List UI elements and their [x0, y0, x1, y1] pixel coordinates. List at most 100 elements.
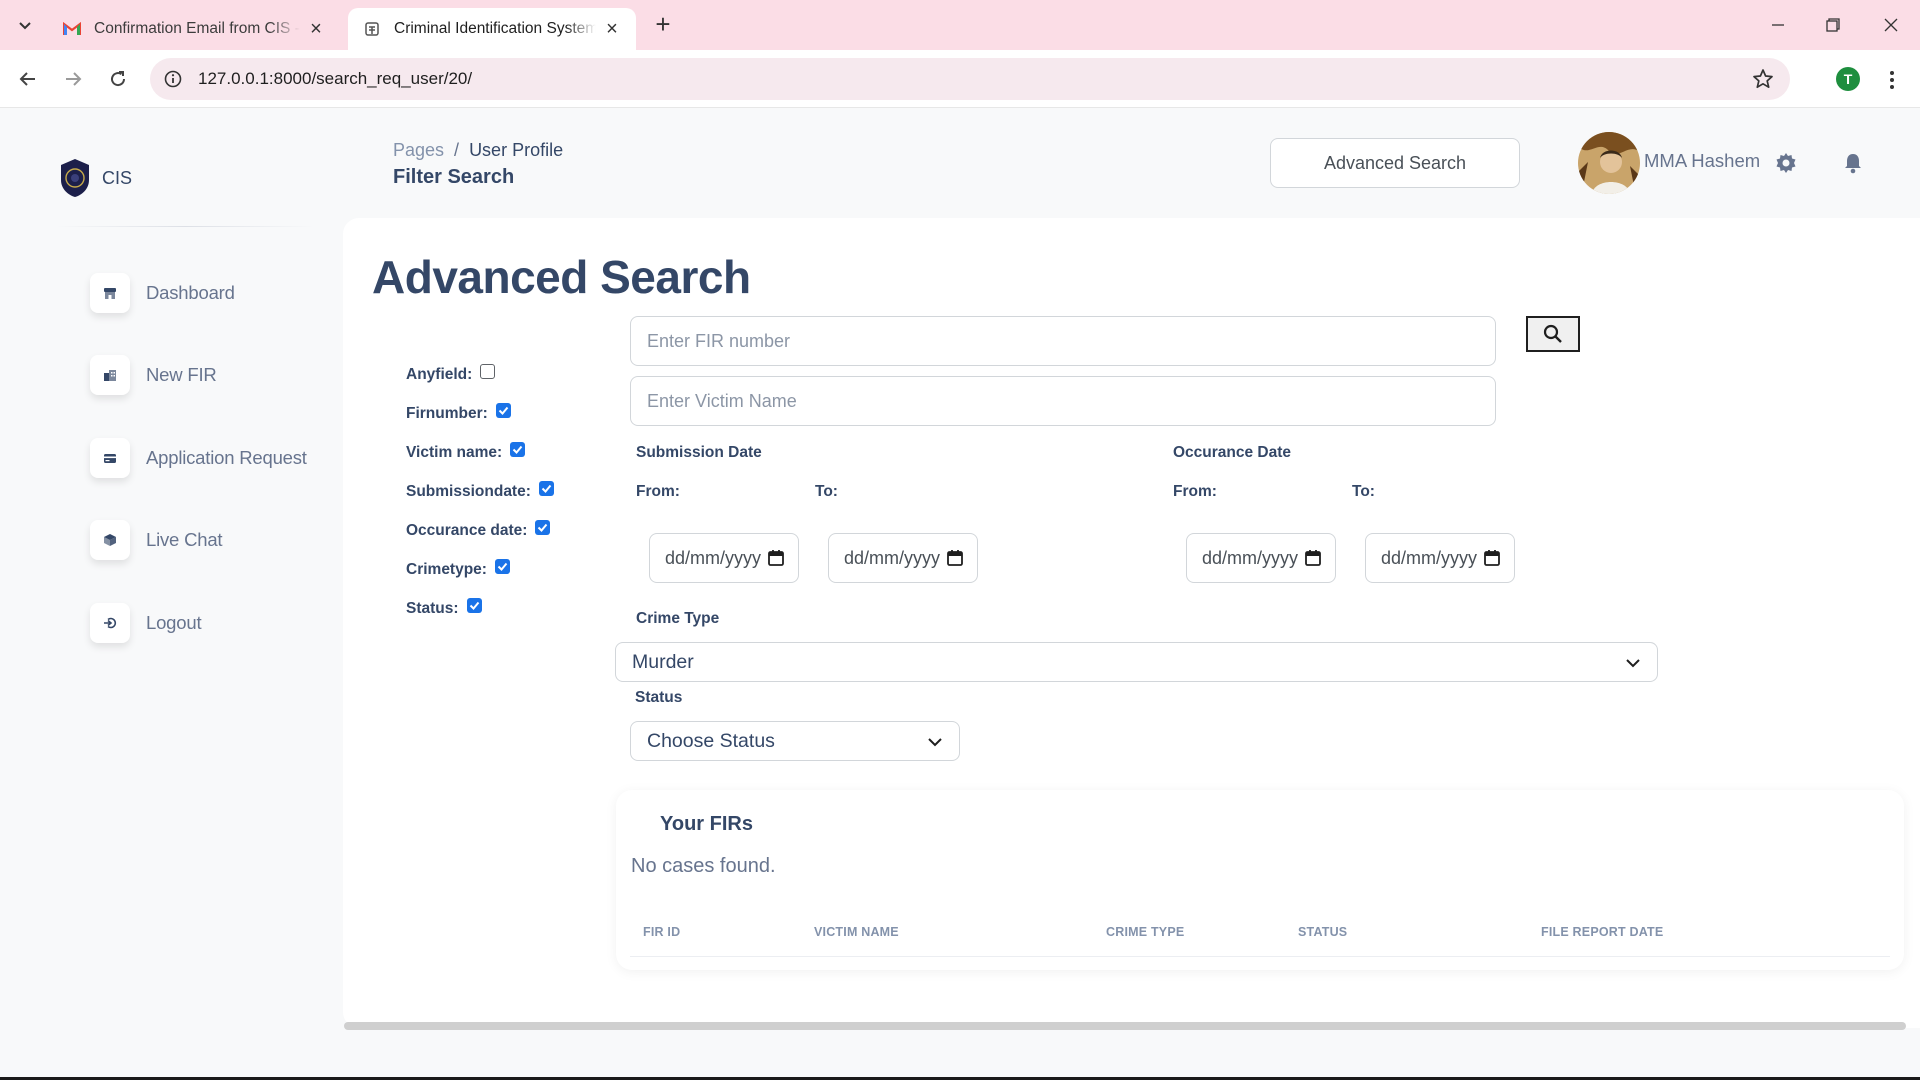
submission-from-date-input[interactable]: dd/mm/yyyy [649, 533, 799, 583]
box-icon [90, 520, 130, 560]
filter-label: Crimetype: [406, 561, 487, 578]
sidebar-item-live-chat[interactable]: Live Chat [90, 520, 223, 560]
browser-tab-cis[interactable]: Criminal Identification System - × [348, 8, 636, 50]
breadcrumb-separator: / [454, 140, 460, 160]
column-header-status: STATUS [1298, 925, 1348, 939]
calendar-icon[interactable] [767, 549, 785, 567]
tab-search-icon[interactable] [12, 12, 38, 38]
status-checkbox[interactable] [466, 597, 482, 613]
sidebar-item-logout[interactable]: Logout [90, 603, 202, 643]
calendar-icon[interactable] [1304, 549, 1322, 567]
filter-anyfield: Anyfield: [406, 363, 496, 384]
filter-occurance-date: Occurance date: [406, 519, 551, 540]
minimize-icon[interactable] [1763, 10, 1793, 40]
advanced-search-button[interactable]: Advanced Search [1270, 138, 1520, 188]
submission-date-label: Submission Date [636, 444, 762, 461]
calendar-icon[interactable] [946, 549, 964, 567]
gear-icon[interactable] [1775, 152, 1797, 174]
close-tab-icon[interactable]: × [602, 18, 622, 40]
crime-type-select[interactable]: Murder [615, 642, 1658, 682]
sidebar-item-label: New FIR [146, 364, 217, 385]
filter-firnumber: Firnumber: [406, 402, 511, 423]
sidebar-item-application-request[interactable]: Application Request [90, 438, 307, 478]
bell-icon[interactable] [1843, 152, 1863, 174]
brand[interactable]: CIS [58, 158, 132, 198]
sidebar-item-dashboard[interactable]: Dashboard [90, 273, 235, 313]
forward-icon[interactable] [58, 64, 88, 94]
close-tab-icon[interactable]: × [306, 18, 326, 40]
filter-submissiondate: Submissiondate: [406, 480, 554, 501]
search-icon [1543, 324, 1562, 343]
browser-tab-gmail[interactable]: Confirmation Email from CIS - t × [48, 8, 340, 50]
submission-to-date-input[interactable]: dd/mm/yyyy [828, 533, 978, 583]
back-icon[interactable] [13, 64, 43, 94]
breadcrumb: Pages / User Profile [393, 140, 563, 161]
divider [56, 226, 314, 227]
logout-icon [90, 603, 130, 643]
shop-icon [90, 273, 130, 313]
filter-victim-name: Victim name: [406, 441, 526, 462]
anyfield-checkbox[interactable] [480, 363, 496, 379]
occurance-to-date-input[interactable]: dd/mm/yyyy [1365, 533, 1515, 583]
submissiondate-checkbox[interactable] [538, 480, 554, 496]
profile-avatar-icon[interactable]: T [1836, 67, 1860, 91]
filter-label: Anyfield: [406, 366, 473, 383]
status-select[interactable]: Choose Status [630, 721, 960, 761]
close-window-icon[interactable] [1876, 10, 1906, 40]
browser-menu-icon[interactable] [1880, 66, 1904, 94]
site-info-icon[interactable] [162, 68, 184, 90]
restore-icon[interactable] [1818, 10, 1848, 40]
brand-name: CIS [102, 167, 133, 188]
empty-message: No cases found. [631, 855, 776, 877]
sidebar-item-label: Dashboard [146, 282, 235, 303]
horizontal-scrollbar[interactable] [344, 1022, 1906, 1030]
column-header-file-report-date: FILE REPORT DATE [1541, 925, 1664, 939]
firs-title: Your FIRs [660, 813, 753, 835]
address-bar: 127.0.0.1:8000/search_req_user/20/ T [0, 50, 1920, 108]
status-value: Choose Status [647, 729, 775, 752]
search-button[interactable] [1526, 316, 1580, 352]
submission-to-label: To: [815, 483, 838, 500]
reload-icon[interactable] [103, 64, 133, 94]
section-title: Advanced Search [372, 251, 751, 303]
calendar-icon[interactable] [1483, 549, 1501, 567]
sidebar-item-label: Logout [146, 612, 202, 633]
gmail-icon [62, 19, 82, 39]
crime-type-label: Crime Type [636, 610, 720, 627]
firnumber-checkbox[interactable] [495, 402, 511, 418]
filter-label: Occurance date: [406, 522, 528, 539]
column-header-victim-name: VICTIM NAME [814, 925, 899, 939]
column-header-crime-type: CRIME TYPE [1106, 925, 1185, 939]
sidebar-item-new-fir[interactable]: New FIR [90, 355, 217, 395]
filter-label: Submissiondate: [406, 483, 531, 500]
new-tab-button[interactable]: + [650, 11, 676, 38]
status-label: Status [635, 689, 683, 706]
site-icon [362, 19, 382, 39]
victim-name-checkbox[interactable] [510, 441, 526, 457]
crimetype-checkbox[interactable] [494, 558, 510, 574]
credit-card-icon [90, 438, 130, 478]
fir-number-input[interactable]: Enter FIR number [630, 316, 1496, 366]
date-value: dd/mm/yyyy [1202, 547, 1299, 568]
occurance-from-date-input[interactable]: dd/mm/yyyy [1186, 533, 1336, 583]
filter-label: Victim name: [406, 444, 503, 461]
column-header-fir-id: FIR ID [643, 925, 681, 939]
user-name[interactable]: MMA Hashem [1644, 150, 1760, 172]
filter-status: Status: [406, 597, 482, 618]
firs-card [616, 790, 1904, 970]
url-text: 127.0.0.1:8000/search_req_user/20/ [198, 69, 473, 88]
avatar[interactable] [1578, 132, 1640, 194]
victim-name-input[interactable]: Enter Victim Name [630, 376, 1496, 426]
filter-label: Status: [406, 600, 459, 617]
breadcrumb-root[interactable]: Pages [393, 140, 444, 160]
browser-tab-bar: Confirmation Email from CIS - t × Crimin… [0, 0, 1920, 50]
bookmark-star-icon[interactable] [1752, 68, 1774, 90]
filter-crimetype: Crimetype: [406, 558, 510, 579]
occurance-to-label: To: [1352, 483, 1375, 500]
crime-type-value: Murder [632, 650, 694, 673]
occurance-date-checkbox[interactable] [535, 519, 551, 535]
breadcrumb-current: User Profile [469, 140, 564, 160]
occurance-from-label: From: [1173, 483, 1217, 500]
office-icon [90, 355, 130, 395]
url-bar[interactable]: 127.0.0.1:8000/search_req_user/20/ [150, 58, 1790, 100]
